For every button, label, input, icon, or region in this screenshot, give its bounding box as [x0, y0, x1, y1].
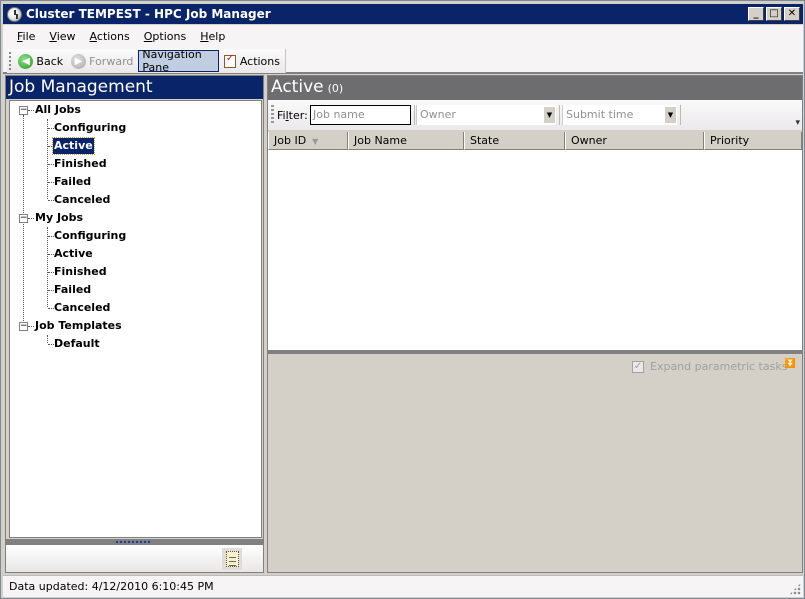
forward-arrow-icon: ▶: [71, 53, 87, 69]
expand-parametric-checkbox[interactable]: ✓ Expand parametric tasks: [632, 360, 787, 373]
menu-view[interactable]: View: [49, 30, 75, 43]
toolbar-grip[interactable]: [9, 52, 12, 70]
menu-bar: File View Actions Options Help: [3, 25, 803, 48]
nav-title: Job Management: [6, 76, 263, 99]
tree-all-jobs-canceled[interactable]: Canceled: [54, 192, 110, 208]
actions-button[interactable]: Actions: [221, 50, 283, 72]
close-button[interactable]: ✕: [784, 7, 800, 21]
column-job-name[interactable]: Job Name: [348, 132, 464, 150]
menu-help[interactable]: Help: [200, 30, 225, 43]
owner-filter-select[interactable]: Owner ▼: [416, 105, 556, 125]
collapse-my-jobs-icon[interactable]: −: [19, 214, 28, 223]
navigation-pane: Job Management − All Jobs Configuring Ac…: [5, 75, 264, 573]
tree-my-jobs-canceled[interactable]: Canceled: [54, 300, 110, 316]
forward-button[interactable]: ▶ Forward: [68, 50, 136, 72]
tree-my-jobs[interactable]: My Jobs: [35, 210, 83, 226]
clock-app-icon: [7, 6, 22, 22]
tree-my-jobs-finished[interactable]: Finished: [54, 264, 107, 280]
toolbar-overflow-icon[interactable]: ▾: [795, 118, 800, 128]
view-title: Active: [271, 77, 324, 97]
filter-label: Filter:: [277, 109, 308, 122]
menu-actions[interactable]: Actions: [90, 30, 130, 43]
content-pane: Active (0) Filter: Job name Owner ▼ Submi…: [267, 75, 803, 573]
maximize-button[interactable]: □: [766, 7, 782, 21]
collapse-job-templates-icon[interactable]: −: [19, 322, 28, 331]
job-name-filter-input[interactable]: Job name: [310, 105, 411, 125]
tree-job-templates[interactable]: Job Templates: [35, 318, 122, 334]
jobs-grid: Job ID▼ Job Name State Owner Priority ◀ …: [268, 132, 802, 405]
tree-job-templates-default[interactable]: Default: [54, 336, 100, 352]
tree-my-jobs-configuring[interactable]: Configuring: [54, 228, 126, 244]
toolbar: ◀ Back ▶ Forward Navigation Pane Actions: [3, 48, 803, 74]
filter-grip[interactable]: [271, 105, 274, 125]
menu-file[interactable]: File: [17, 30, 35, 43]
job-count: (0): [327, 82, 344, 95]
job-tree: − All Jobs Configuring Active Finished F…: [9, 100, 262, 538]
clipboard-check-icon: [223, 53, 236, 68]
tree-my-jobs-failed[interactable]: Failed: [54, 282, 91, 298]
window-title: Cluster TEMPEST - HPC Job Manager: [26, 7, 271, 21]
double-chevron-down-icon[interactable]: ⏬: [785, 359, 796, 369]
document-list-icon[interactable]: [222, 548, 242, 570]
column-owner[interactable]: Owner: [565, 132, 704, 150]
collapse-all-jobs-icon[interactable]: −: [19, 106, 28, 115]
chevron-down-icon[interactable]: ▼: [665, 107, 676, 123]
back-button[interactable]: ◀ Back: [15, 50, 66, 72]
title-bar[interactable]: Cluster TEMPEST - HPC Job Manager _ □ ✕: [3, 4, 803, 24]
view-header: Active (0): [268, 76, 802, 100]
app-window: Cluster TEMPEST - HPC Job Manager _ □ ✕ …: [0, 0, 805, 599]
checkmark-icon: ✓: [632, 360, 644, 373]
column-job-id[interactable]: Job ID ▼: [268, 132, 348, 150]
column-priority[interactable]: Priority: [704, 132, 802, 150]
filter-bar: Filter: Job name Owner ▼ Submit time ▼ ▾: [268, 100, 802, 130]
nav-footer: [6, 545, 263, 572]
detail-pane: ✓ Expand parametric tasks ⏬: [268, 354, 802, 572]
tree-all-jobs-finished[interactable]: Finished: [54, 156, 107, 172]
expand-parametric-label: Expand parametric tasks: [650, 360, 788, 373]
submit-time-filter-select[interactable]: Submit time ▼: [562, 105, 677, 125]
status-bar: Data updated: 4/12/2010 6:10:45 PM: [3, 575, 803, 597]
resize-grip-icon[interactable]: [789, 583, 801, 595]
menu-options[interactable]: Options: [144, 30, 186, 43]
back-arrow-icon: ◀: [18, 53, 34, 69]
column-headers: Job ID ▼ Job Name State Owner Priority: [268, 132, 802, 150]
tree-my-jobs-active[interactable]: Active: [54, 246, 93, 262]
tree-all-jobs-active[interactable]: Active: [52, 137, 95, 155]
tree-all-jobs-configuring[interactable]: Configuring: [54, 120, 126, 136]
chevron-down-icon[interactable]: ▼: [544, 107, 555, 123]
column-state[interactable]: State: [464, 132, 565, 150]
navigation-pane-button[interactable]: Navigation Pane: [138, 48, 219, 74]
tree-all-jobs-failed[interactable]: Failed: [54, 174, 91, 190]
minimize-button[interactable]: _: [748, 7, 764, 21]
tree-all-jobs[interactable]: All Jobs: [35, 102, 81, 118]
sort-descending-icon: ▼: [312, 137, 319, 146]
status-text: Data updated: 4/12/2010 6:10:45 PM: [9, 580, 214, 593]
